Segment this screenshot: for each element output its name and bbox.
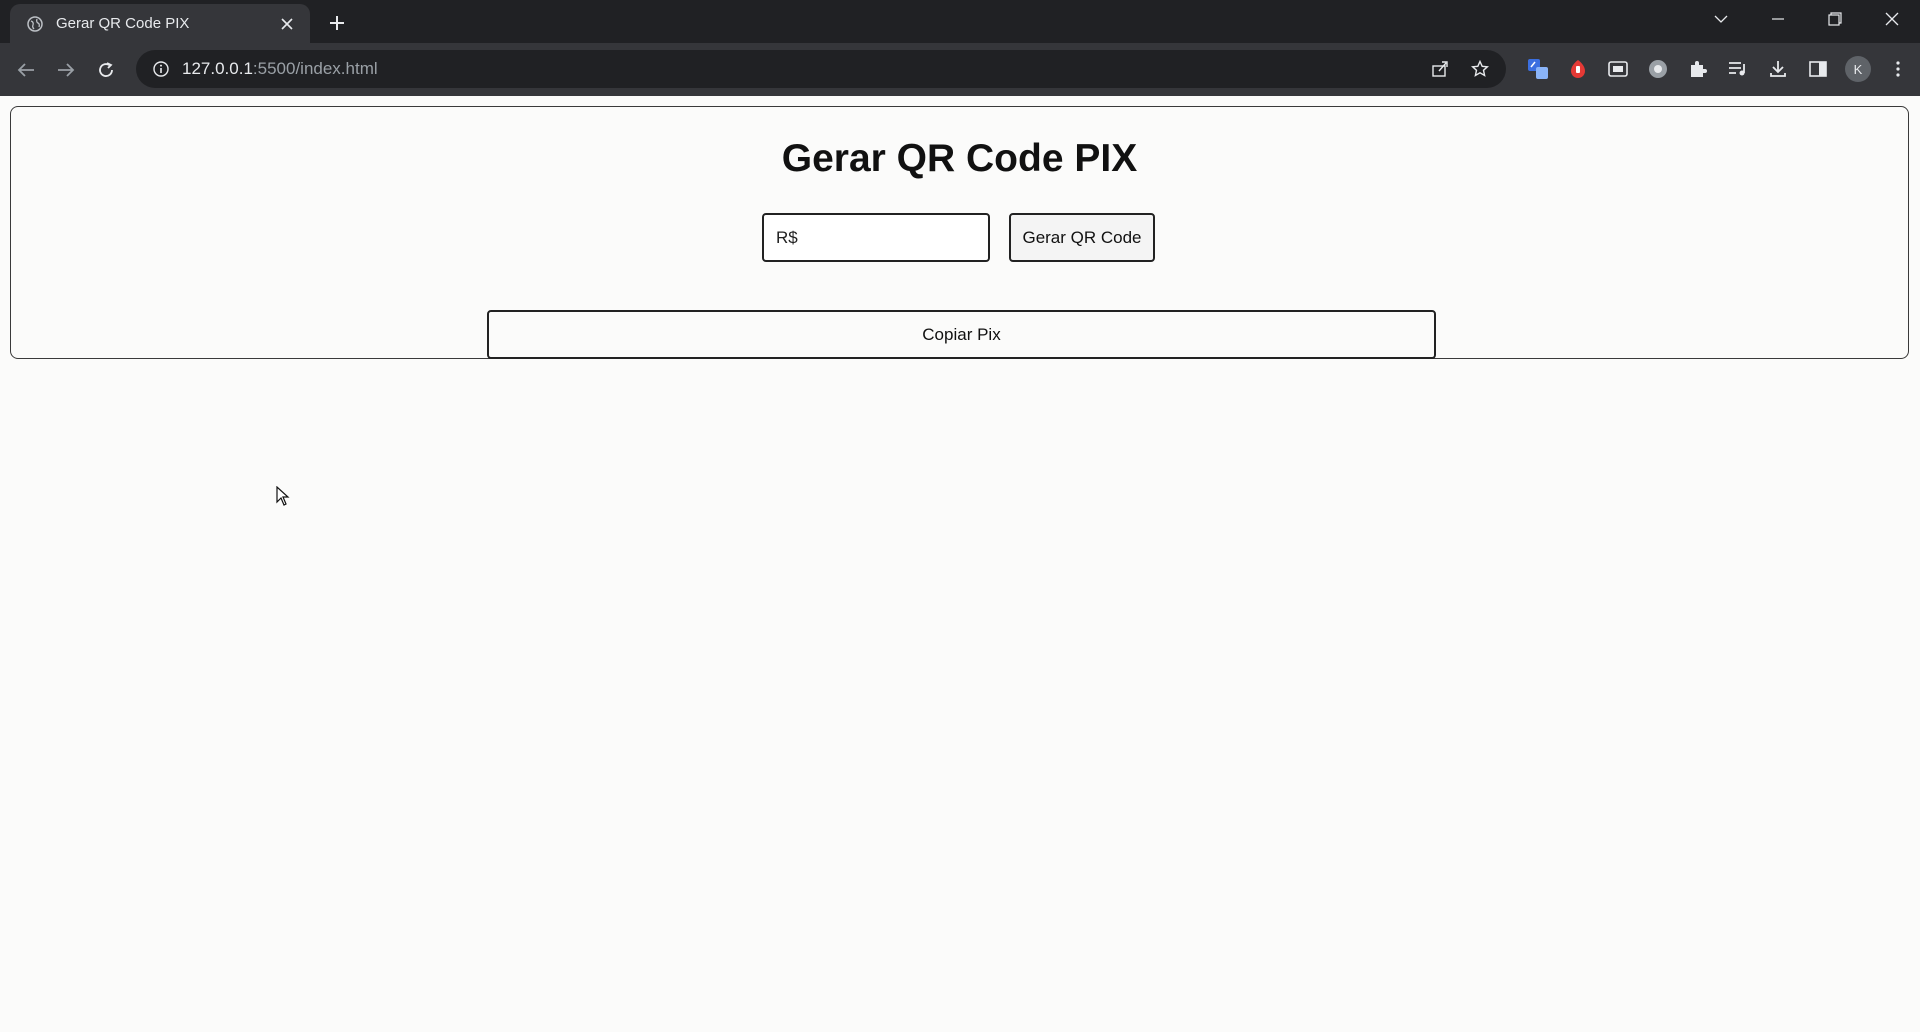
star-icon[interactable]: [1464, 53, 1496, 85]
translate-extension-icon[interactable]: [1518, 50, 1558, 88]
info-icon[interactable]: [150, 58, 172, 80]
pix-form-card: Gerar QR Code PIX Gerar QR Code Copiar P…: [10, 106, 1909, 359]
address-bar[interactable]: 127.0.0.1:5500/index.html: [136, 50, 1506, 88]
avatar: K: [1845, 56, 1871, 82]
address-bar-actions: [1424, 50, 1496, 88]
tab-strip: Gerar QR Code PIX: [0, 0, 1920, 43]
tab-active[interactable]: Gerar QR Code PIX: [10, 4, 310, 43]
back-arrow-icon[interactable]: [8, 52, 44, 88]
media-queue-icon[interactable]: [1718, 50, 1758, 88]
forward-arrow-icon[interactable]: [48, 52, 84, 88]
share-icon[interactable]: [1424, 53, 1456, 85]
extensions-bar: K: [1518, 50, 1918, 88]
plus-icon[interactable]: [322, 8, 352, 38]
window-controls: [1692, 0, 1920, 38]
download-icon[interactable]: [1758, 50, 1798, 88]
side-panel-icon[interactable]: [1798, 50, 1838, 88]
browser-chrome: Gerar QR Code PIX 127.0.0.1:5500/index.…: [0, 0, 1920, 96]
minimize-icon[interactable]: [1749, 0, 1806, 38]
kebab-menu-icon[interactable]: [1878, 50, 1918, 88]
page-title: Gerar QR Code PIX: [781, 137, 1138, 180]
window-close-icon[interactable]: [1863, 0, 1920, 38]
page-viewport: Gerar QR Code PIX Gerar QR Code Copiar P…: [0, 96, 1920, 1032]
amount-input[interactable]: [762, 213, 990, 262]
circle-extension-icon[interactable]: [1638, 50, 1678, 88]
globe-icon: [26, 15, 44, 33]
mouse-pointer-icon: [276, 485, 290, 506]
tab-title: Gerar QR Code PIX: [56, 15, 190, 32]
generate-qr-code-button[interactable]: Gerar QR Code: [1009, 213, 1155, 262]
profile-avatar[interactable]: K: [1838, 50, 1878, 88]
red-extension-icon[interactable]: [1558, 50, 1598, 88]
copy-pix-button[interactable]: Copiar Pix: [487, 310, 1436, 359]
restore-icon[interactable]: [1806, 0, 1863, 38]
url-path: :5500/index.html: [252, 59, 378, 78]
picture-in-picture-icon[interactable]: [1598, 50, 1638, 88]
browser-toolbar: 127.0.0.1:5500/index.html K: [0, 43, 1920, 96]
chevron-down-icon[interactable]: [1692, 0, 1749, 38]
url-host: 127.0.0.1: [182, 59, 253, 78]
puzzle-extensions-icon[interactable]: [1678, 50, 1718, 88]
close-icon[interactable]: [276, 13, 298, 35]
reload-icon[interactable]: [88, 52, 124, 88]
